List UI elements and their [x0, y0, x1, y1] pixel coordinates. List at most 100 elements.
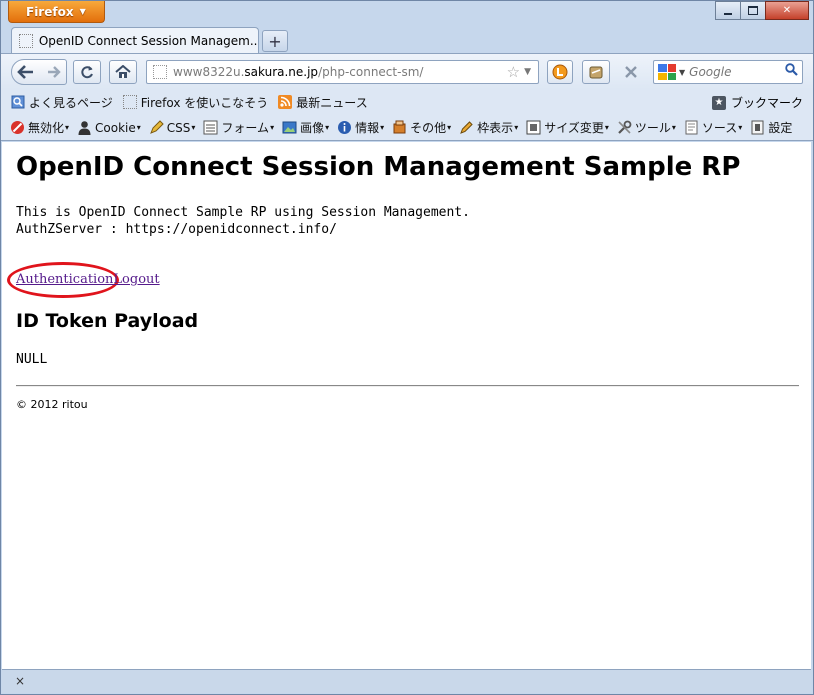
addon-orange-icon [552, 64, 568, 80]
settings-icon [750, 120, 765, 135]
form-icon [203, 120, 218, 135]
home-button[interactable] [109, 60, 137, 84]
rss-feed-icon [278, 95, 293, 109]
most-visited-icon [11, 95, 25, 109]
misc-icon [392, 120, 407, 135]
url-host: sakura.ne.jp [244, 65, 319, 79]
back-button[interactable] [12, 60, 40, 84]
copyright: © 2012 ritou [16, 398, 88, 411]
dev-menu-tools[interactable]: ツール ▾ [617, 119, 676, 136]
bookmarks-menu-button[interactable]: ★ ブックマーク [711, 94, 803, 111]
bookmark-label: よく見るページ [29, 95, 113, 110]
firefox-menu-button[interactable]: Firefox ▼ [8, 1, 105, 23]
id-token-heading: ID Token Payload [16, 310, 199, 332]
url-bar[interactable]: www8322u.sakura.ne.jp/php-connect-sm/ ☆ … [146, 60, 539, 84]
navigation-toolbar: www8322u.sakura.ne.jp/php-connect-sm/ ☆ … [1, 53, 813, 89]
forward-button[interactable] [44, 60, 64, 84]
dev-menu-label: Cookie [95, 120, 136, 135]
source-icon [684, 120, 699, 135]
dev-menu-outline[interactable]: 枠表示 ▾ [459, 119, 518, 136]
reload-button[interactable] [73, 60, 101, 84]
chevron-down-icon[interactable]: ▼ [679, 68, 685, 77]
dev-menu-label: 情報 [355, 121, 380, 135]
chevron-down-icon: ▾ [671, 123, 676, 132]
addon-button-2[interactable] [582, 60, 610, 84]
close-addon-bar-button[interactable]: × [15, 674, 25, 688]
bookmark-label: 最新ニュース [296, 95, 368, 110]
back-forward-group [11, 59, 67, 85]
dev-menu-label: サイズ変更 [544, 121, 604, 135]
site-identity-icon [153, 65, 167, 79]
web-developer-toolbar: 無効化 ▾ Cookie ▾ CSS ▾ フォーム ▾ 画像 ▾ 情報 ▾ その他 ▾ 枠表 [1, 115, 813, 141]
bookmark-firefox-tips[interactable]: Firefox を使いこなそう [122, 94, 269, 111]
chevron-down-icon: ▾ [270, 123, 275, 132]
image-icon [282, 120, 297, 135]
browser-window: Firefox ▼ ✕ OpenID Connect Session Manag… [0, 0, 814, 695]
new-tab-button[interactable]: + [262, 30, 288, 52]
chevron-down-icon: ▾ [325, 123, 330, 132]
bookmarks-toolbar: よく見るページ Firefox を使いこなそう 最新ニュース ★ ブックマーク [1, 89, 813, 115]
resize-icon [526, 120, 541, 135]
dev-menu-label: CSS [166, 120, 191, 135]
dev-menu-forms[interactable]: フォーム ▾ [203, 119, 274, 136]
url-prefix: www8322u. [173, 65, 245, 79]
page-placeholder-icon [122, 95, 137, 109]
tab-strip: OpenID Connect Session Managem... + [1, 25, 813, 53]
dev-menu-css[interactable]: CSS ▾ [149, 120, 195, 135]
dev-menu-cookie[interactable]: Cookie ▾ [77, 120, 141, 135]
dev-menu-images[interactable]: 画像 ▾ [282, 119, 329, 136]
dev-menu-label: ツール [634, 121, 671, 135]
tab-title: OpenID Connect Session Managem... [38, 33, 258, 48]
dev-menu-info[interactable]: 情報 ▾ [337, 119, 384, 136]
arrow-right-icon [48, 66, 61, 78]
page-content: OpenID Connect Session Management Sample… [2, 142, 811, 669]
maximize-button[interactable] [740, 1, 766, 20]
tab-active[interactable]: OpenID Connect Session Managem... [11, 27, 259, 53]
chevron-down-icon: ▾ [604, 123, 609, 132]
authentication-link[interactable]: Authentication [16, 272, 113, 287]
bookmark-star-icon[interactable]: ☆ [507, 63, 520, 81]
chevron-down-icon: ▾ [380, 123, 385, 132]
bookmark-label: Firefox を使いこなそう [140, 95, 269, 110]
logout-link[interactable]: Logout [113, 272, 159, 287]
dev-menu-disable[interactable]: 無効化 ▾ [10, 119, 69, 136]
dev-menu-resize[interactable]: サイズ変更 ▾ [526, 119, 609, 136]
window-controls: ✕ [715, 1, 809, 20]
arrow-left-icon [17, 65, 33, 79]
pencil-icon [149, 120, 164, 135]
firebug-icon [589, 66, 603, 79]
addon-bar: × [2, 669, 811, 693]
dev-menu-settings[interactable]: 設定 [750, 119, 792, 136]
stop-icon [625, 66, 637, 78]
page-description: This is OpenID Connect Sample RP using S… [16, 204, 470, 238]
search-box[interactable]: ▼ [653, 60, 803, 84]
description-line-2: AuthZServer : https://openidconnect.info… [16, 222, 337, 237]
dev-menu-label: 設定 [768, 121, 793, 135]
addon-button-1[interactable] [547, 60, 573, 84]
url-text[interactable]: www8322u.sakura.ne.jp/php-connect-sm/ [173, 65, 507, 79]
disable-icon [10, 120, 25, 135]
reload-icon [81, 66, 93, 79]
outline-pen-icon [459, 120, 474, 135]
dev-menu-label: その他 [410, 121, 447, 135]
home-icon [115, 65, 131, 78]
stop-button[interactable] [618, 60, 644, 84]
google-engine-icon[interactable] [658, 64, 676, 80]
dev-menu-misc[interactable]: その他 ▾ [392, 119, 451, 136]
description-line-1: This is OpenID Connect Sample RP using S… [16, 205, 470, 220]
bookmark-most-visited[interactable]: よく見るページ [11, 94, 113, 111]
chevron-down-icon: ▾ [447, 123, 452, 132]
chevron-down-icon: ▾ [738, 123, 743, 132]
bookmark-star-icon: ★ [711, 95, 726, 110]
url-dropdown-icon[interactable]: ▼ [524, 67, 531, 77]
tools-icon [617, 120, 632, 135]
close-window-button[interactable]: ✕ [765, 1, 809, 20]
search-icon[interactable] [785, 63, 798, 80]
bookmark-latest-news[interactable]: 最新ニュース [278, 94, 368, 111]
page-title: OpenID Connect Session Management Sample… [16, 152, 741, 182]
title-bar: Firefox ▼ ✕ [1, 1, 813, 25]
search-input[interactable] [689, 65, 780, 79]
dev-menu-source[interactable]: ソース ▾ [684, 119, 742, 136]
bookmarks-menu-label: ブックマーク [730, 96, 803, 110]
minimize-button[interactable] [715, 1, 741, 20]
